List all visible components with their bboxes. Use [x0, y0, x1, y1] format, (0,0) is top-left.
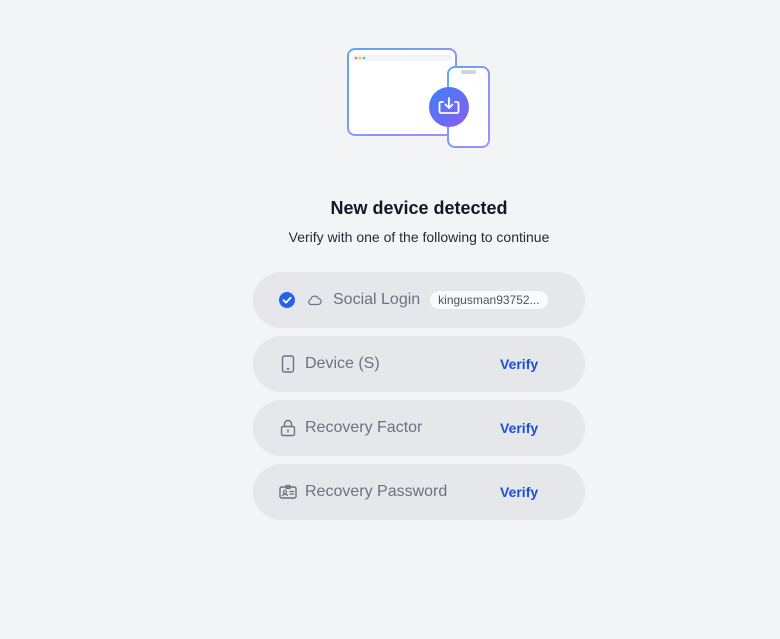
verify-recovery-password-button[interactable]: Verify	[500, 484, 538, 500]
lock-icon	[279, 419, 297, 437]
smartphone-icon	[279, 355, 297, 373]
page-subtitle: Verify with one of the following to cont…	[288, 229, 550, 245]
verify-device-button[interactable]: Verify	[500, 356, 538, 372]
new-device-illustration	[347, 48, 490, 148]
option-social-login[interactable]: Social Login kingusman93752...	[253, 272, 585, 328]
option-device[interactable]: Device (S) Verify	[253, 336, 585, 392]
page-title: New device detected	[330, 198, 508, 218]
option-recovery-factor[interactable]: Recovery Factor Verify	[253, 400, 585, 456]
cloud-icon	[305, 291, 323, 309]
account-badge: kingusman93752...	[430, 291, 548, 309]
option-label: Recovery Factor	[305, 419, 423, 436]
verify-page: New device detected Verify with one of t…	[0, 0, 780, 639]
option-recovery-password[interactable]: Recovery Password Verify	[253, 464, 585, 520]
check-circle-icon	[279, 292, 295, 308]
verify-recovery-factor-button[interactable]: Verify	[500, 420, 538, 436]
id-card-icon	[279, 483, 297, 501]
option-label: Social Login	[333, 291, 421, 308]
option-label: Recovery Password	[305, 483, 448, 500]
option-label: Device (S)	[305, 355, 380, 372]
